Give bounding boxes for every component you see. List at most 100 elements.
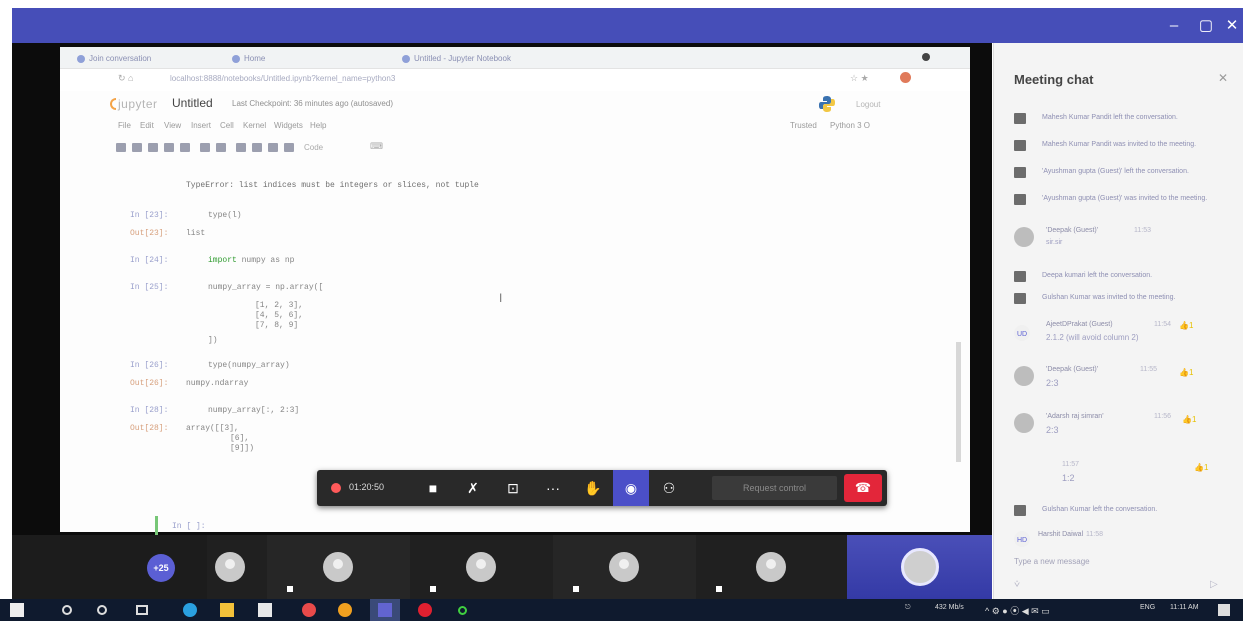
kernel-indicator[interactable]: Python 3 O (830, 121, 870, 130)
cell-code[interactable]: import numpy as np (208, 256, 294, 265)
profile-icon[interactable] (922, 53, 930, 61)
menu-kernel[interactable]: Kernel (243, 121, 266, 130)
chat-icon[interactable]: ◉ (613, 470, 649, 506)
menu-widgets[interactable]: Widgets (274, 121, 303, 130)
close-button[interactable]: ✕ (1215, 8, 1243, 43)
like-reaction[interactable]: 👍1 (1179, 321, 1193, 330)
app-icon[interactable] (302, 603, 316, 617)
participant-tile[interactable] (410, 535, 553, 599)
clock[interactable]: 11:11 AM (1170, 604, 1199, 611)
browser-tab[interactable]: Home (230, 51, 370, 67)
cell-code-line[interactable]: [1, 2, 3], (255, 301, 303, 310)
cell-prompt: In [28]: (130, 406, 169, 415)
menu-insert[interactable]: Insert (191, 121, 211, 130)
cell-code-line[interactable]: [4, 5, 6], (255, 311, 303, 320)
participant-tile[interactable] (207, 535, 267, 599)
save-icon[interactable] (116, 143, 126, 152)
copy-icon[interactable] (164, 143, 174, 152)
menu-file[interactable]: File (118, 121, 131, 130)
chat-message[interactable]: 'Deepak (Guest)' 11:53 sir.sir (1014, 227, 1234, 257)
self-view-tile[interactable] (847, 535, 992, 599)
menu-cell[interactable]: Cell (220, 121, 234, 130)
chrome-icon[interactable] (338, 603, 352, 617)
cell-code[interactable]: numpy_array = np.array([ (208, 283, 323, 292)
sender-name: AjeetDPrakat (Guest) (1046, 321, 1113, 328)
language-indicator[interactable]: ENG (1140, 604, 1155, 611)
notifications-icon[interactable] (1218, 604, 1230, 616)
tray-icon[interactable]: ⎋ (905, 604, 911, 612)
edge-icon[interactable] (183, 603, 197, 617)
url-text[interactable]: localhost:8888/notebooks/Untitled.ipynb?… (170, 74, 395, 83)
cell-code[interactable]: numpy_array[:, 2:3] (208, 406, 299, 415)
participant-tile[interactable] (696, 535, 847, 599)
minimize-button[interactable]: – (1157, 8, 1191, 43)
search-icon[interactable] (62, 605, 72, 615)
tray-icons[interactable]: ^ ⚙ ● ⦿ ◀ ✉ ▭ (985, 604, 1050, 617)
task-view-icon[interactable] (136, 605, 148, 615)
message-input[interactable]: Type a new message (1014, 553, 1224, 571)
system-message-text: 'Ayushman gupta (Guest)' left the conver… (1042, 168, 1189, 175)
run-icon[interactable] (236, 143, 246, 152)
move-up-icon[interactable] (200, 143, 210, 152)
opera-icon[interactable] (418, 603, 432, 617)
notebook-title[interactable]: Untitled (172, 96, 213, 110)
more-options-icon[interactable]: ··· (535, 470, 571, 506)
file-explorer-icon[interactable] (220, 603, 234, 617)
participants-icon[interactable]: ⚇ (651, 470, 687, 506)
avatar (1014, 413, 1034, 433)
chat-message[interactable]: UD AjeetDPrakat (Guest) 11:54 👍1 2.1.2 (… (1014, 321, 1234, 351)
star-icon[interactable]: ☆ ★ (850, 73, 869, 84)
raise-hand-icon[interactable]: ✋ (575, 470, 611, 506)
camera-icon[interactable]: ■ (415, 470, 451, 506)
store-icon[interactable] (258, 603, 272, 617)
request-control-button[interactable]: Request control (712, 476, 837, 500)
more-participants-button[interactable]: +25 (147, 554, 175, 582)
chat-message[interactable]: 'Deepak (Guest)' 11:55 👍1 2:3 (1014, 366, 1234, 396)
stop-icon[interactable] (252, 143, 262, 152)
share-screen-icon[interactable]: ⊡ (495, 470, 531, 506)
restart-icon[interactable] (268, 143, 278, 152)
close-icon[interactable]: ✕ (1218, 71, 1228, 85)
windows-start-icon[interactable] (10, 603, 24, 617)
fast-forward-icon[interactable] (284, 143, 294, 152)
cell-code[interactable]: type(numpy_array) (208, 361, 290, 370)
trusted-badge[interactable]: Trusted (790, 121, 817, 130)
like-reaction[interactable]: 👍1 (1182, 415, 1196, 424)
logout-button[interactable]: Logout (856, 100, 880, 109)
mic-muted-icon[interactable]: ✗ (455, 470, 491, 506)
jupyter-logo-icon (110, 98, 116, 110)
hang-up-button[interactable]: ☎ (844, 474, 882, 502)
teams-icon[interactable] (378, 603, 392, 617)
browser-tab[interactable]: Join conversation (75, 51, 215, 67)
chat-message[interactable]: HD Harshit Daiwal 11:58 (1014, 531, 1234, 549)
participant-tile[interactable] (553, 535, 696, 599)
app-icon[interactable] (458, 606, 467, 615)
jupyter-logo[interactable]: jupyter (118, 97, 158, 111)
cell-code-line[interactable]: ]) (208, 336, 218, 345)
cell-code-line[interactable]: [7, 8, 9] (255, 321, 298, 330)
like-reaction[interactable]: 👍1 (1179, 368, 1193, 377)
cell-code[interactable]: type(l) (208, 211, 242, 220)
avatar[interactable] (900, 72, 911, 83)
reload-icon[interactable]: ↻ ⌂ (118, 73, 133, 84)
format-icon[interactable]: ⩒ (1014, 579, 1020, 590)
menu-help[interactable]: Help (310, 121, 326, 130)
cortana-icon[interactable] (97, 605, 107, 615)
like-reaction[interactable]: 👍1 (1194, 463, 1208, 472)
keyboard-icon[interactable]: ⌨ (370, 141, 383, 152)
cut-icon[interactable] (148, 143, 158, 152)
add-cell-icon[interactable] (132, 143, 142, 152)
address-bar[interactable]: ↻ ⌂ localhost:8888/notebooks/Untitled.ip… (60, 69, 970, 91)
chat-message[interactable]: 11:57 👍1 1:2 (1014, 461, 1234, 489)
output-prompt: Out[23]: (130, 229, 169, 238)
menu-edit[interactable]: Edit (140, 121, 154, 130)
send-icon[interactable]: ▷ (1210, 579, 1218, 590)
chat-message[interactable]: 'Adarsh raj simran' 11:56 👍1 2:3 (1014, 413, 1234, 443)
scrollbar[interactable] (956, 342, 961, 462)
paste-icon[interactable] (180, 143, 190, 152)
participant-tile[interactable] (267, 535, 410, 599)
move-down-icon[interactable] (216, 143, 226, 152)
cell-type-select[interactable]: Code (304, 143, 323, 152)
browser-tab[interactable]: Untitled - Jupyter Notebook (400, 51, 560, 67)
menu-view[interactable]: View (164, 121, 181, 130)
